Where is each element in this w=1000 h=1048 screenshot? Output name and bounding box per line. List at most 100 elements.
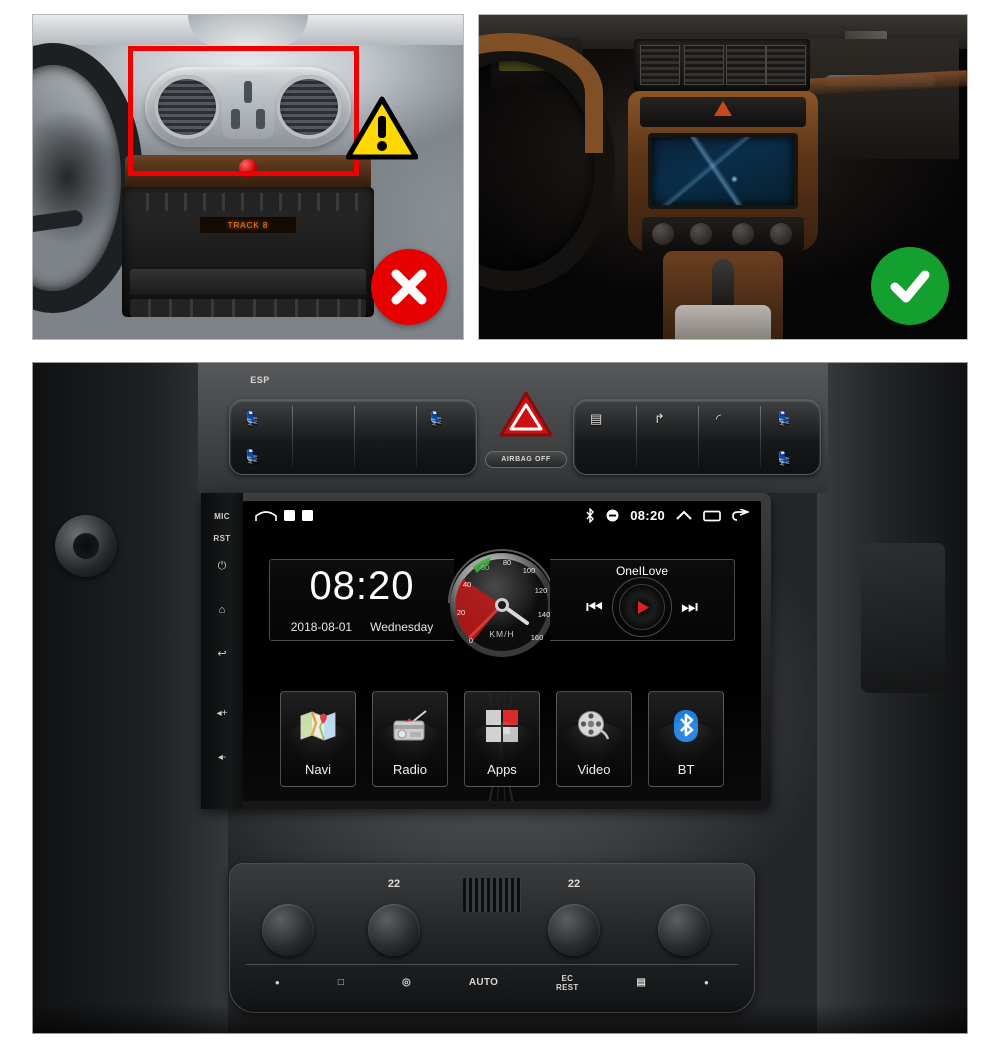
app-radio[interactable]: Radio [372,691,448,787]
gauge-tick-120: 120 [535,586,548,595]
hazard-light-button[interactable] [499,391,553,439]
gauge-tick-140: 140 [538,610,551,619]
temperature-display-right: 22 [567,878,581,890]
air-vent-icon [766,45,806,85]
climate-grille [463,878,521,912]
app-dock: Navi Radio Apps Video BT [243,683,761,801]
air-distribution-knob[interactable] [658,904,710,956]
home-outline-icon[interactable] [255,508,277,522]
app-apps[interactable]: Apps [464,691,540,787]
skip-next-icon[interactable]: ⏭ [681,598,698,617]
center-armrest [675,305,771,339]
gauge-tick-60: 60 [481,563,489,572]
clock-widget[interactable]: 08:20 2018-08-01 Wednesday [269,559,454,641]
climate-knob [652,223,674,245]
comparison-panel-incorrect: TRACK 8 [32,14,464,340]
red-highlight-box [128,46,359,176]
app-navi[interactable]: Navi [280,691,356,787]
climate-control-panel [642,217,804,251]
recents-icon[interactable] [703,509,721,522]
power-button[interactable]: ⏻ [207,551,237,581]
radio-icon [390,706,430,746]
auto-button[interactable]: AUTO [469,978,498,989]
map-icon [298,706,338,746]
head-unit-side-buttons: MIC RST ⏻ ⌂ ↩ ◂+ ◂- [201,493,243,809]
sunroof-icon: ◜ [716,411,722,426]
photo-bottom-shadow [33,1003,967,1033]
volume-down-button[interactable]: ◂- [207,743,237,773]
app-bt[interactable]: BT [648,691,724,787]
home-button[interactable]: ⌂ [207,595,237,625]
gauge-tick-80: 80 [503,558,511,567]
recirculation-button[interactable]: ◎ [402,978,411,989]
front-defrost-button[interactable]: ▤ [636,978,646,989]
chevron-up-icon[interactable] [676,510,692,521]
ec-rest-button[interactable]: EC REST [556,974,579,992]
climate-button-row: ● □ ◎ AUTO EC REST ▤ ● [246,964,738,998]
do-not-disturb-icon [606,509,619,522]
ignition-switch [55,515,117,577]
film-reel-icon [574,706,614,746]
indicator-dot: ● [274,978,281,988]
speedometer-gauge[interactable]: 0 20 40 60 80 100 120 140 160 KM/H [443,537,561,665]
gauge-tick-40: 40 [463,580,471,589]
comparison-panel-correct [478,14,968,340]
pod-divider [292,406,293,468]
home-widgets: 08:20 2018-08-01 Wednesday 0 20 40 60 80… [243,533,761,673]
clock-widget-date: 2018-08-01 [290,620,353,634]
volume-up-button[interactable]: ◂+ [207,699,237,729]
media-track-title: OneILove [615,564,669,578]
screenshot-root: TRACK 8 💺 💺 💺 ESP AIRBAG OFF ▤ ↱ ◜ 💺 💺 M… [0,0,1000,1048]
incorrect-badge [371,249,447,325]
temperature-knob-left[interactable] [368,904,420,956]
center-vents [634,39,810,91]
seat-heater-icon: 💺 [776,451,793,466]
image-chip-icon [302,509,313,521]
pod-divider [760,406,761,468]
app-label: Navi [304,762,331,777]
seat-heater-icon: 💺 [776,411,793,426]
radio-button-row [130,299,366,317]
back-arrow-icon[interactable] [732,508,749,522]
mic-button[interactable]: MIC [207,507,237,527]
temperature-knob-right[interactable] [548,904,600,956]
child-lock-icon: ↱ [654,411,665,426]
switch-pod-right[interactable]: ▤ ↱ ◜ 💺 💺 [573,399,821,475]
play-chip-icon [284,509,295,521]
dash-right-shadow [817,363,967,1033]
pod-divider [636,406,637,468]
bluetooth-icon [585,507,595,523]
seat-heater-icon: 💺 [244,411,261,426]
steering-spoke [33,209,84,237]
correct-badge [871,247,949,325]
seat-heater-icon: 💺 [244,449,261,464]
bluetooth-icon [666,706,706,746]
fan-speed-knob[interactable] [262,904,314,956]
switch-pod-left[interactable]: 💺 💺 💺 [229,399,477,475]
rear-defrost-button[interactable]: □ [338,978,344,989]
mirror-pod [188,15,308,47]
android-status-bar: 08:20 [243,501,761,529]
pod-divider [416,406,417,468]
status-bar-clock: 08:20 [630,507,665,523]
air-vent-icon [640,45,680,85]
window-lock-icon: ▤ [590,411,603,426]
pod-divider [698,406,699,468]
media-widget[interactable]: OneILove ⏮ ⏭ [550,559,735,641]
back-button[interactable]: ↩ [207,639,237,669]
warning-triangle-icon [346,96,418,160]
air-vent-icon [726,45,766,85]
air-vent-icon [684,45,724,85]
climate-control-unit[interactable]: 22 22 ● □ ◎ AUTO EC REST ▤ ● [229,863,755,1013]
gauge-tick-100: 100 [523,566,536,575]
skip-previous-icon[interactable]: ⏮ [586,598,603,617]
x-mark-icon [391,269,427,305]
gauge-tick-20: 20 [457,608,465,617]
hazard-triangle-icon [714,101,732,116]
head-unit-screen[interactable]: 08:20 08:20 2018-08-01 Wednesday 0 20 40… [243,501,761,801]
app-video[interactable]: Video [556,691,632,787]
gauge-unit-label: KM/H [489,629,514,639]
reset-button[interactable]: RST [207,529,237,549]
factory-navigation-screen [648,133,798,209]
airbag-off-indicator: AIRBAG OFF [485,451,567,468]
